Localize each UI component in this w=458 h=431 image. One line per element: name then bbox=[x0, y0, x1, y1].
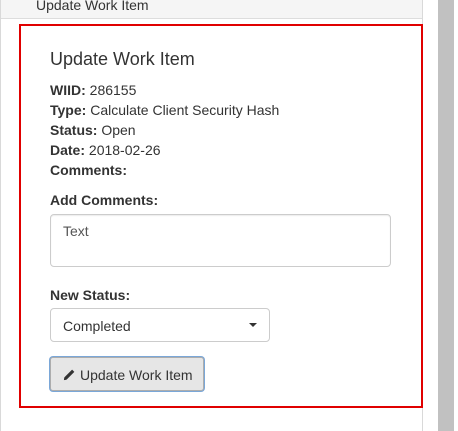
date-value: 2018-02-26 bbox=[88, 142, 161, 158]
status-row: Status: Open bbox=[50, 122, 136, 138]
form-title: Update Work Item bbox=[50, 49, 195, 69]
status-label: Status: bbox=[50, 122, 98, 138]
add-comments-textarea[interactable] bbox=[50, 214, 391, 267]
add-comments-label: Add Comments: bbox=[50, 192, 159, 208]
panel-header: Update Work Item bbox=[1, 0, 422, 19]
chevron-down-icon bbox=[249, 323, 257, 327]
update-work-item-label: Update Work Item bbox=[80, 367, 193, 383]
new-status-label: New Status: bbox=[50, 287, 131, 303]
panel-header-title: Update Work Item bbox=[36, 0, 149, 13]
comments-label: Comments: bbox=[50, 162, 128, 178]
status-value: Open bbox=[101, 122, 136, 138]
wiid-label: WIID: bbox=[50, 82, 86, 98]
type-row: Type: Calculate Client Security Hash bbox=[50, 102, 279, 118]
type-label: Type: bbox=[50, 102, 87, 118]
wiid-value: 286155 bbox=[89, 82, 137, 98]
type-value: Calculate Client Security Hash bbox=[90, 102, 280, 118]
pencil-icon bbox=[63, 369, 75, 381]
date-label: Date: bbox=[50, 142, 86, 158]
new-status-select[interactable]: Completed bbox=[50, 308, 270, 342]
wiid-row: WIID: 286155 bbox=[50, 82, 136, 98]
vertical-scrollbar[interactable] bbox=[438, 0, 454, 431]
date-row: Date: 2018-02-26 bbox=[50, 142, 161, 158]
new-status-selected-value: Completed bbox=[63, 318, 131, 334]
comments-row: Comments: bbox=[50, 162, 127, 178]
update-work-item-button[interactable]: Update Work Item bbox=[50, 357, 204, 391]
